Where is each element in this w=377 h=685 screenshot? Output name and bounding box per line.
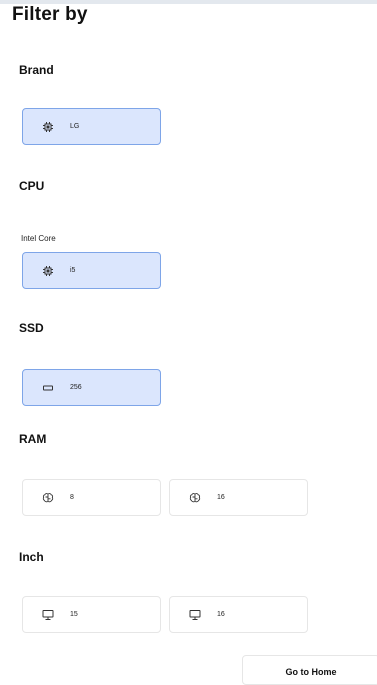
brand-option-lg[interactable]: LG [22,108,161,145]
brain-icon [42,492,54,504]
page-title: Filter by [12,4,88,25]
ram-option-16[interactable]: 16 [169,479,308,516]
storage-drive-icon [42,382,54,394]
cpu-section-title: CPU [19,179,45,193]
ram-option-label: 8 [70,494,74,501]
ram-section-title: RAM [19,432,47,446]
inch-section-title: Inch [19,550,44,564]
ssd-option-label: 256 [70,384,82,391]
cpu-option-i5[interactable]: i5 [22,252,161,289]
brand-option-label: LG [70,123,80,130]
inch-option-label: 15 [70,611,78,618]
brain-icon [189,492,201,504]
monitor-icon [189,609,201,621]
ssd-section-title: SSD [19,321,44,335]
inch-option-16[interactable]: 16 [169,596,308,633]
ram-option-8[interactable]: 8 [22,479,161,516]
ram-option-label: 16 [217,494,225,501]
cpu-chip-icon [42,121,54,133]
monitor-icon [42,609,54,621]
cpu-chip-icon [42,265,54,277]
inch-option-label: 16 [217,611,225,618]
brand-section-title: Brand [19,63,54,77]
go-to-home-button[interactable]: Go to Home [242,655,377,685]
ssd-option-256[interactable]: 256 [22,369,161,406]
cpu-group-label: Intel Core [21,234,56,243]
inch-option-15[interactable]: 15 [22,596,161,633]
cpu-option-label: i5 [70,267,76,274]
